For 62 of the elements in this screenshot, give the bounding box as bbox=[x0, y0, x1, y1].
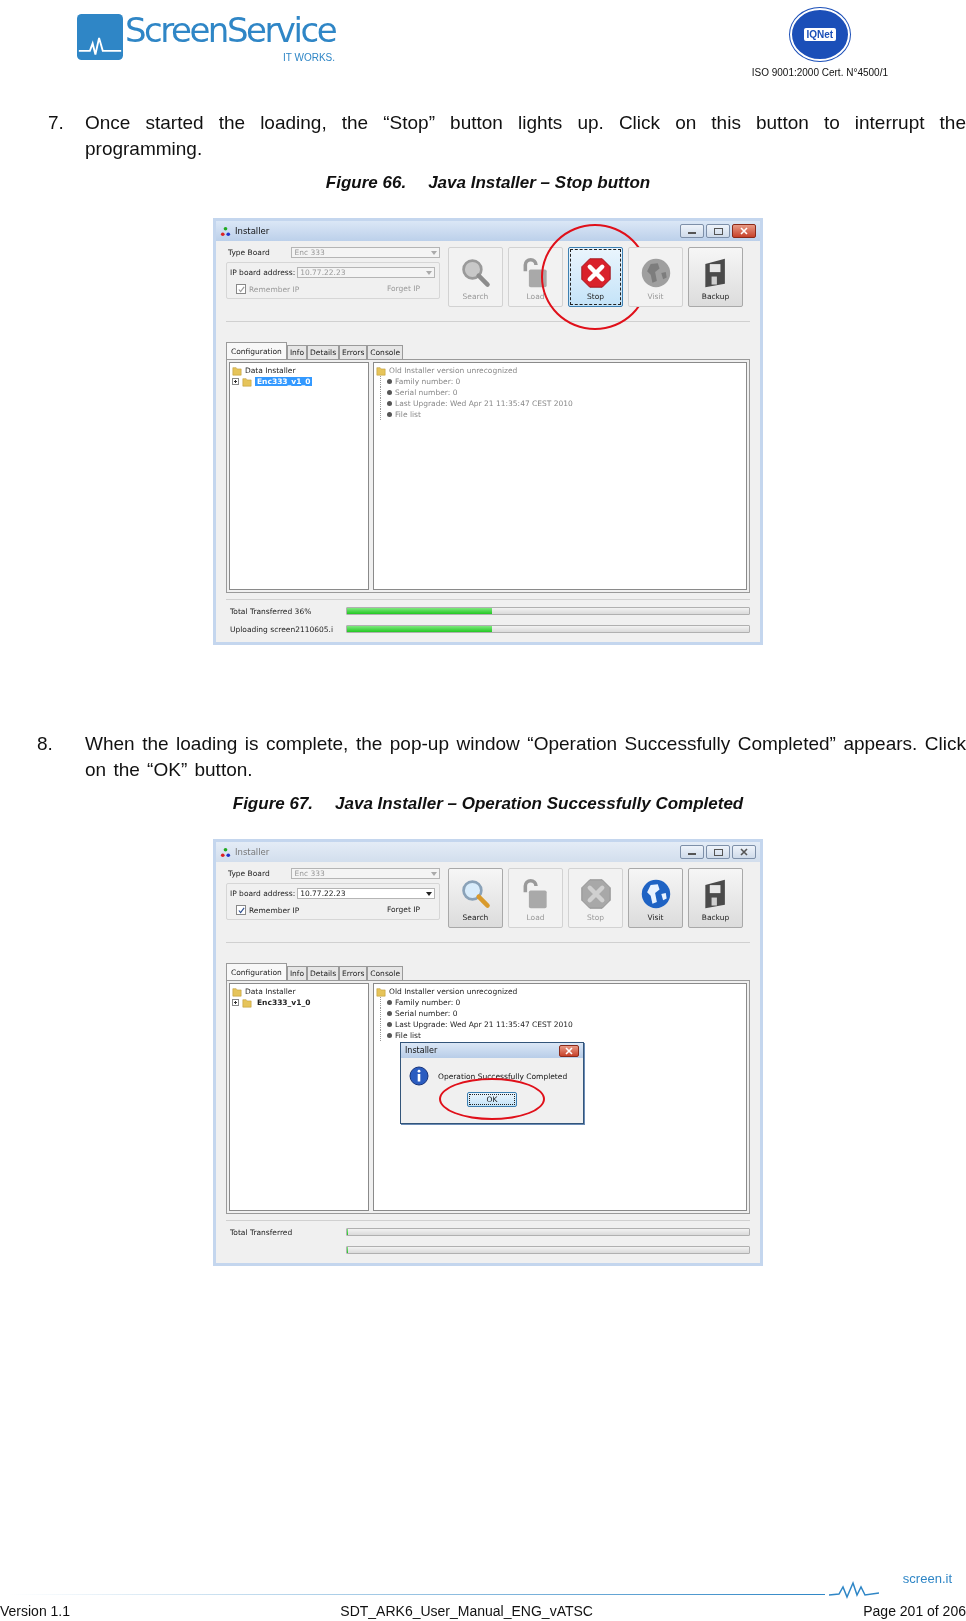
dialog-title: Installer bbox=[405, 1046, 438, 1055]
brand-wordmark: ScreenService bbox=[125, 9, 336, 52]
bullet-icon bbox=[387, 379, 392, 384]
close-button[interactable] bbox=[732, 224, 756, 238]
maximize-button[interactable] bbox=[706, 845, 730, 859]
folder-icon bbox=[232, 365, 242, 376]
close-icon bbox=[740, 227, 748, 235]
folder-icon bbox=[232, 986, 242, 997]
caret-icon bbox=[431, 871, 437, 876]
checkmark-icon bbox=[237, 906, 245, 914]
step-text: When the loading is complete, the pop-up window “Operation Successfully Completed” appears. Click on the “OK” button. bbox=[85, 732, 966, 782]
bullet-icon bbox=[387, 1033, 392, 1038]
expand-icon[interactable] bbox=[232, 999, 239, 1006]
footer-brand: screen.it bbox=[902, 1571, 952, 1586]
maximize-button[interactable] bbox=[706, 224, 730, 238]
expand-icon[interactable] bbox=[232, 378, 239, 385]
folder-icon bbox=[242, 376, 252, 387]
folder-icon bbox=[376, 365, 386, 376]
minimize-button[interactable] bbox=[680, 845, 704, 859]
caret-icon bbox=[426, 270, 433, 275]
close-icon bbox=[740, 848, 748, 856]
window-title: Installer bbox=[235, 847, 271, 857]
figure-title: Java Installer – Stop button bbox=[428, 173, 651, 193]
page-number: Page 201 of 206 bbox=[863, 1603, 966, 1619]
globe-icon bbox=[639, 257, 672, 289]
certification-badge: IQNet bbox=[789, 8, 850, 61]
checkmark-icon bbox=[237, 285, 245, 293]
version-text: Version 1.1 bbox=[0, 1603, 71, 1619]
wave-logo-icon bbox=[77, 14, 123, 60]
stop-icon bbox=[579, 257, 612, 289]
close-button[interactable] bbox=[732, 845, 756, 859]
bullet-icon bbox=[387, 412, 392, 417]
window-title: Installer bbox=[235, 226, 271, 236]
app-icon bbox=[220, 225, 231, 237]
minimize-button[interactable] bbox=[680, 224, 704, 238]
figure-number: Figure 66. bbox=[325, 173, 407, 193]
bullet-icon bbox=[387, 390, 392, 395]
caret-icon bbox=[426, 891, 433, 896]
wave-logo-icon bbox=[828, 1579, 879, 1599]
close-icon bbox=[565, 1046, 573, 1055]
app-icon bbox=[220, 846, 231, 858]
info-icon bbox=[409, 1066, 429, 1086]
magnifier-icon bbox=[459, 257, 492, 289]
folder-icon bbox=[242, 997, 252, 1008]
folder-icon bbox=[376, 986, 386, 997]
brand-tagline: IT WORKS. bbox=[283, 52, 336, 64]
globe-icon bbox=[639, 878, 672, 910]
bullet-icon bbox=[387, 1011, 392, 1016]
step-number: 8. bbox=[37, 732, 54, 756]
document-name: SDT_ARK6_User_Manual_ENG_vATSC bbox=[340, 1603, 593, 1619]
stop-icon bbox=[579, 878, 612, 910]
bullet-icon bbox=[387, 401, 392, 406]
bullet-icon bbox=[387, 1022, 392, 1027]
step-number: 7. bbox=[48, 111, 65, 135]
close-button[interactable] bbox=[559, 1044, 579, 1057]
figure-number: Figure 67. bbox=[232, 794, 314, 814]
caret-icon bbox=[431, 250, 437, 255]
figure-title: Java Installer – Operation Successfully Completed bbox=[335, 794, 744, 814]
magnifier-icon bbox=[459, 878, 492, 910]
certification-text: ISO 9001:2000 Cert. N°4500/1 bbox=[751, 67, 888, 78]
bullet-icon bbox=[387, 1000, 392, 1005]
step-text: Once started the loading, the “Stop” button lights up. Click on this button to interrupt the programming. bbox=[85, 111, 966, 161]
